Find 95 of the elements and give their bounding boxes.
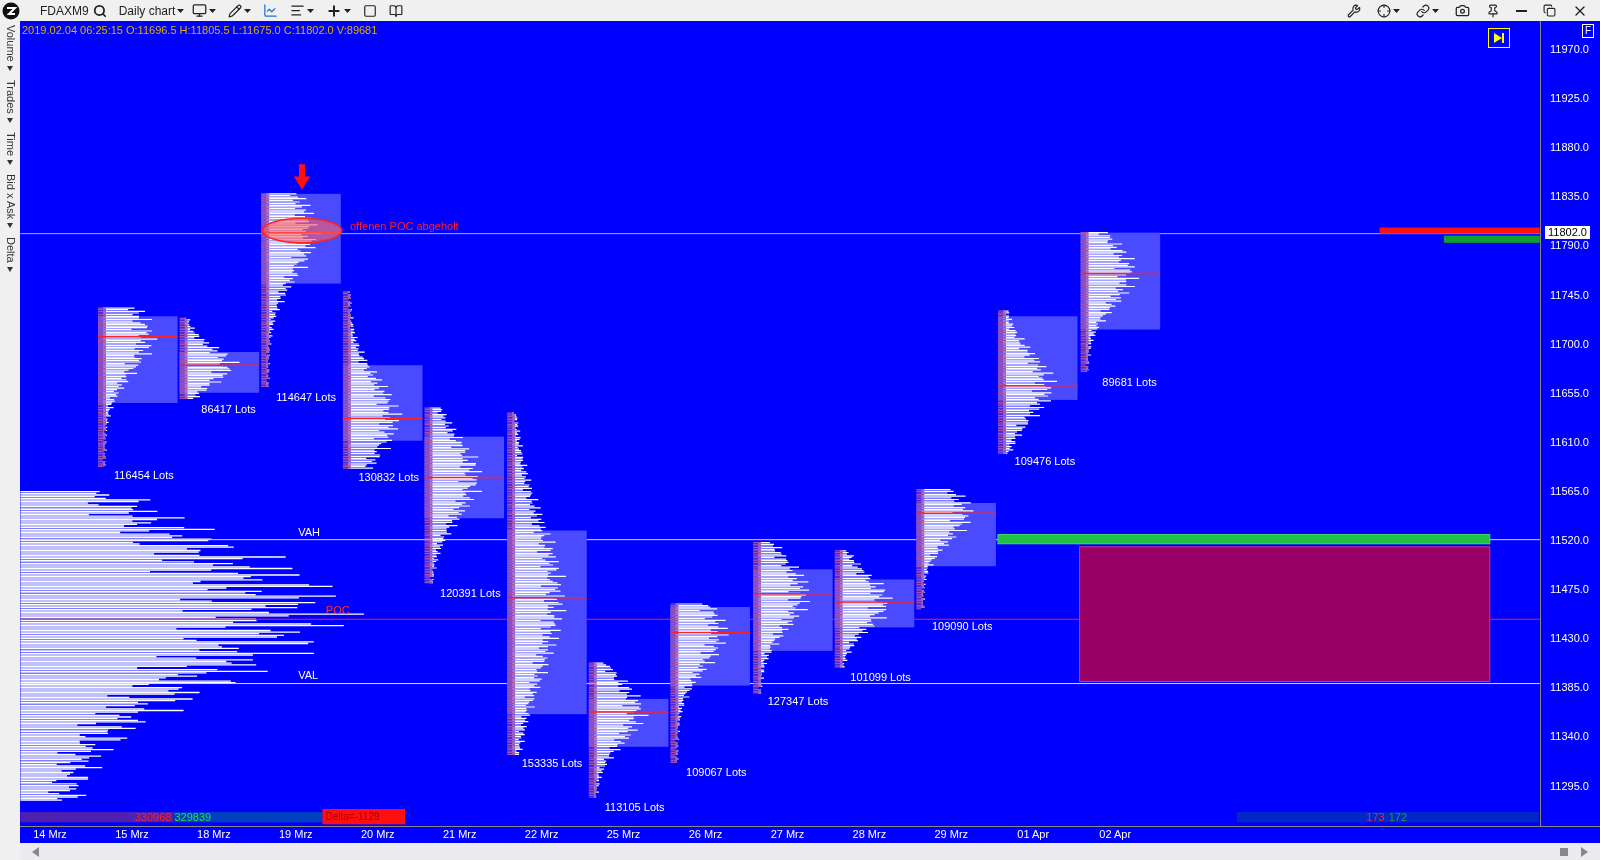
- date-label: 25 Mrz: [606, 829, 641, 840]
- profile-volume-label: 127347 Lots: [767, 694, 829, 707]
- date-label: 26 Mrz: [688, 829, 723, 840]
- profile-volume-label: 120391 Lots: [440, 586, 501, 599]
- date-label: 22 Mrz: [524, 829, 559, 840]
- caret-icon: [7, 159, 13, 166]
- date-label: 18 Mrz: [197, 829, 231, 840]
- side-tab[interactable]: Delta: [4, 236, 16, 273]
- price-label: 11700.0: [1550, 338, 1589, 350]
- date-label: 01 Apr: [1017, 829, 1050, 840]
- caret-icon: [244, 8, 252, 13]
- val-label: VAL: [298, 669, 319, 682]
- wrench-icon: [1347, 3, 1361, 18]
- profile-volume-label: 89681 Lots: [1102, 375, 1157, 388]
- scroll-right-icon[interactable]: [1580, 846, 1588, 857]
- logo-icon: [2, 1, 20, 20]
- price-label: 11655.0: [1550, 387, 1589, 399]
- side-tab[interactable]: Trades: [4, 79, 16, 124]
- profile-volume-label: 114647 Lots: [276, 390, 336, 403]
- side-tab[interactable]: Time: [4, 131, 16, 166]
- pin-icon: [1486, 3, 1500, 18]
- chart-type-dropdown[interactable]: Daily chart: [118, 1, 185, 20]
- link-icon: [1416, 3, 1430, 18]
- date-label: 28 Mrz: [852, 829, 887, 840]
- price-label: 11520.0: [1550, 535, 1589, 547]
- caret-icon: [307, 8, 315, 13]
- poc-label: POC: [325, 604, 350, 617]
- date-label: 02 Apr: [1099, 829, 1132, 840]
- profile-volume-label: 101099 Lots: [850, 671, 911, 684]
- book-icon: [389, 3, 404, 18]
- restore-icon: [1543, 4, 1556, 17]
- caret-icon: [7, 266, 13, 273]
- date-label: 19 Mrz: [279, 829, 313, 840]
- price-label: 11790.0: [1550, 240, 1589, 252]
- minimize-icon: [1516, 9, 1527, 12]
- profile-volume-label: 109476 Lots: [1014, 455, 1076, 468]
- caret-icon: [7, 222, 13, 229]
- chart-line-icon: [263, 3, 279, 18]
- date-label: 27 Mrz: [770, 829, 805, 840]
- price-label: 11385.0: [1550, 682, 1589, 694]
- crosshair-icon: [1377, 3, 1391, 18]
- price-label: 11430.0: [1550, 633, 1589, 645]
- arrow-icon: [293, 164, 311, 190]
- align-icon: [290, 3, 306, 18]
- caret-icon: [7, 117, 13, 124]
- side-tab[interactable]: Bid x Ask: [4, 173, 16, 229]
- camera-icon: [1455, 3, 1470, 18]
- caret-icon: [1432, 8, 1439, 13]
- corner-button[interactable]: F: [1581, 24, 1594, 38]
- buy-count-text: 172: [1388, 811, 1408, 824]
- skip-end-icon: [1493, 32, 1505, 44]
- profile-volume-label: 109067 Lots: [686, 766, 747, 779]
- sell-count-text: 173: [1366, 811, 1385, 824]
- scroll-left-icon[interactable]: [32, 846, 40, 857]
- profile-volume-label: 109090 Lots: [931, 620, 993, 633]
- price-label: 11475.0: [1550, 584, 1589, 596]
- scroll-to-end-button[interactable]: [1488, 28, 1510, 48]
- profile-volume-label: 86417 Lots: [201, 403, 256, 416]
- search-icon[interactable]: [92, 3, 107, 18]
- caret-icon: [209, 8, 217, 13]
- current-price-badge: 11802.0: [1545, 226, 1590, 240]
- stop-icon[interactable]: [1560, 847, 1568, 856]
- profile-volume-label: 113105 Lots: [604, 801, 665, 813]
- delta-text: Delta=-1129: [325, 811, 380, 823]
- price-label: 11880.0: [1550, 142, 1589, 154]
- side-tab[interactable]: Volume: [4, 25, 16, 72]
- price-label: 11565.0: [1550, 485, 1589, 497]
- monitor-icon: [192, 3, 208, 18]
- date-label: 21 Mrz: [442, 829, 477, 840]
- annotation-text: offenen POC abgeholt: [350, 220, 459, 233]
- caret-icon: [344, 8, 352, 13]
- price-label: 11340.0: [1550, 731, 1589, 743]
- buy-volume-text: 329839: [174, 811, 212, 824]
- price-label: 11835.0: [1550, 191, 1589, 203]
- price-label: 11970.0: [1550, 44, 1589, 55]
- info-line: 2019.02.04 06:25:15 O:11696.5 H:11805.5 L:11675.0 C:11802.0 V:89681: [22, 23, 378, 38]
- sell-volume-text: 330968: [134, 811, 172, 824]
- profile-volume-label: 116454 Lots: [114, 469, 174, 482]
- vah-label: VAH: [298, 525, 321, 538]
- date-label: 15 Mrz: [115, 829, 149, 840]
- window-icon: [363, 3, 378, 18]
- price-label: 11295.0: [1550, 780, 1589, 792]
- pencil-icon: [228, 3, 243, 18]
- price-label: 11925.0: [1550, 93, 1589, 105]
- caret-icon: [177, 8, 185, 13]
- date-label: 29 Mrz: [934, 829, 969, 840]
- price-label: 11745.0: [1550, 289, 1589, 301]
- instrument-name[interactable]: FDAXM9: [40, 1, 89, 20]
- profile-volume-label: 130832 Lots: [358, 471, 420, 484]
- caret-icon: [7, 65, 13, 72]
- date-label: 14 Mrz: [33, 829, 67, 840]
- caret-icon: [1393, 8, 1400, 13]
- price-label: 11610.0: [1550, 436, 1589, 448]
- profile-volume-label: 153335 Lots: [521, 757, 583, 770]
- date-label: 20 Mrz: [360, 829, 395, 840]
